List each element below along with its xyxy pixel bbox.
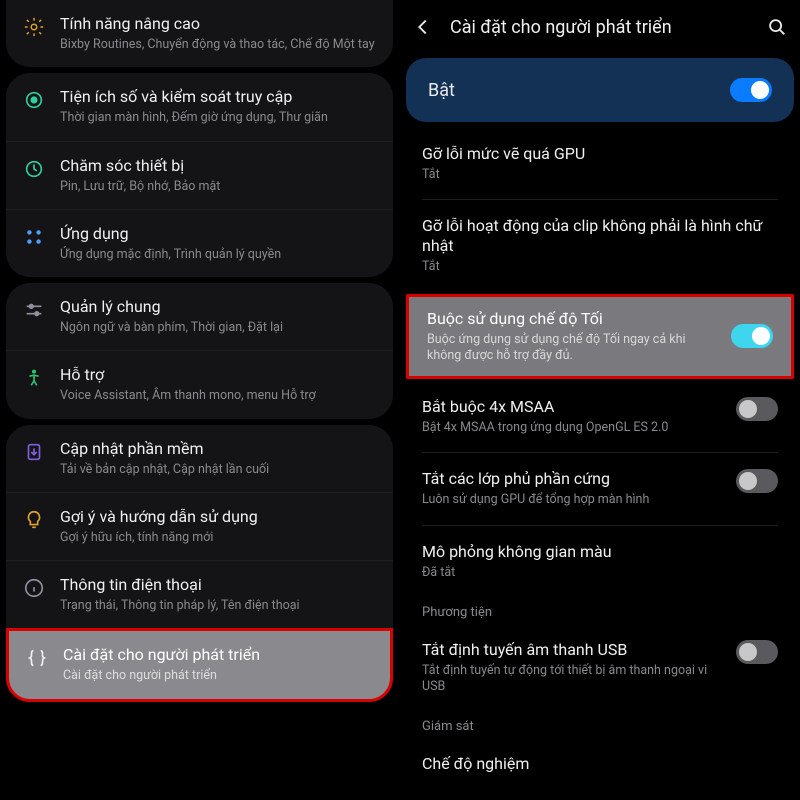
row-advanced-features[interactable]: Tính năng nâng cao Bixby Routines, Chuyể… <box>6 0 393 67</box>
divider <box>422 452 778 453</box>
row-title: Gỡ lỗi hoạt động của clip không phải là … <box>422 216 778 256</box>
force-dark-toggle[interactable] <box>731 324 773 348</box>
row-tips[interactable]: Gợi ý và hướng dẫn sử dụng Gợi ý hữu ích… <box>6 492 393 560</box>
grid-dots-icon <box>22 224 46 248</box>
row-usb-audio-routing[interactable]: Tắt định tuyến âm thanh USB Tắt định tuy… <box>400 626 800 710</box>
settings-group-4: Cập nhật phần mềm Tải về bản cập nhật, C… <box>6 425 393 629</box>
row-sub: Thời gian màn hình, Đếm giờ ứng dụng, Th… <box>60 110 377 126</box>
row-sub: Tải về bản cập nhật, Cập nhật lần cuối <box>60 462 377 478</box>
back-button[interactable] <box>412 16 434 38</box>
row-sub: Buộc ứng dụng sử dụng chế độ Tối ngay cả… <box>427 332 719 365</box>
row-title: Gợi ý và hướng dẫn sử dụng <box>60 507 377 527</box>
row-device-care[interactable]: Chăm sóc thiết bị Pin, Lưu trữ, Bộ nhớ, … <box>6 141 393 209</box>
row-title: Gỡ lỗi mức vẽ quá GPU <box>422 144 778 164</box>
settings-group-1: Tính năng nâng cao Bixby Routines, Chuyể… <box>6 0 393 67</box>
usb-audio-toggle[interactable] <box>736 640 778 664</box>
search-button[interactable] <box>766 16 788 38</box>
row-title: Cài đặt cho người phát triển <box>63 645 374 665</box>
target-icon <box>22 87 46 111</box>
row-sub: Luôn sử dụng GPU để tổng hợp màn hình <box>422 492 724 508</box>
row-sub: Bật 4x MSAA trong ứng dụng OpenGL ES 2.0 <box>422 420 724 436</box>
row-about-phone[interactable]: Thông tin điện thoại Trạng thái, Thông t… <box>6 560 393 628</box>
sliders-icon <box>22 297 46 321</box>
row-gpu-overdraw[interactable]: Gỡ lỗi mức vẽ quá GPU Tắt <box>400 130 800 197</box>
row-4x-msaa[interactable]: Bắt buộc 4x MSAA Bật 4x MSAA trong ứng d… <box>400 383 800 450</box>
section-monitoring: Giám sát <box>400 709 800 740</box>
row-sub: Pin, Lưu trữ, Bộ nhớ, Bảo mật <box>60 179 377 195</box>
download-icon <box>22 439 46 463</box>
row-title: Chăm sóc thiết bị <box>60 156 377 176</box>
row-title: Ứng dụng <box>60 224 377 244</box>
row-title: Hỗ trợ <box>60 365 377 385</box>
row-nonrect-clip[interactable]: Gỡ lỗi hoạt động của clip không phải là … <box>400 202 800 289</box>
row-sub: Cài đặt cho người phát triển <box>63 668 374 684</box>
row-general-management[interactable]: Quản lý chung Ngôn ngữ và bàn phím, Thời… <box>6 283 393 350</box>
row-sub: Gợi ý hữu ích, tính năng mới <box>60 530 377 546</box>
banner-label: Bật <box>428 80 455 101</box>
divider <box>422 199 778 200</box>
settings-main-pane: Tính năng nâng cao Bixby Routines, Chuyể… <box>0 0 400 800</box>
divider <box>422 525 778 526</box>
developer-options-pane: Cài đặt cho người phát triển Bật Gỡ lỗi … <box>400 0 800 800</box>
row-sub: Ứng dụng mặc định, Trình quản lý quyền <box>60 247 377 263</box>
lightbulb-icon <box>22 507 46 531</box>
row-title: Chế độ nghiệm <box>422 754 778 774</box>
row-title: Tắt định tuyến âm thanh USB <box>422 640 724 660</box>
gear-icon <box>22 14 46 38</box>
row-sub: Đã tắt <box>422 565 778 581</box>
msaa-toggle[interactable] <box>736 397 778 421</box>
row-sub: Tắt <box>422 259 778 275</box>
row-title: Bắt buộc 4x MSAA <box>422 397 724 417</box>
master-toggle-banner[interactable]: Bật <box>406 58 794 122</box>
row-accessibility[interactable]: Hỗ trợ Voice Assistant, Âm thanh mono, m… <box>6 350 393 418</box>
row-digital-wellbeing[interactable]: Tiện ích số và kiểm soát truy cập Thời g… <box>6 73 393 140</box>
settings-group-3: Quản lý chung Ngôn ngữ và bàn phím, Thời… <box>6 283 393 419</box>
row-title: Quản lý chung <box>60 297 377 317</box>
row-title: Tiện ích số và kiểm soát truy cập <box>60 87 377 107</box>
row-title: Tính năng nâng cao <box>60 14 377 34</box>
row-title: Mô phỏng không gian màu <box>422 542 778 562</box>
row-simulate-color-space[interactable]: Mô phỏng không gian màu Đã tắt <box>400 528 800 595</box>
row-sub: Ngôn ngữ và bàn phím, Thời gian, Đặt lại <box>60 320 377 336</box>
row-sub: Tắt <box>422 167 778 183</box>
braces-icon <box>25 645 49 684</box>
shield-ring-icon <box>22 156 46 180</box>
row-developer-options-highlighted[interactable]: Cài đặt cho người phát triển Cài đặt cho… <box>6 628 393 701</box>
hw-overlay-toggle[interactable] <box>736 469 778 493</box>
row-title: Thông tin điện thoại <box>60 575 377 595</box>
header: Cài đặt cho người phát triển <box>400 0 800 50</box>
row-force-dark-highlighted[interactable]: Buộc sử dụng chế độ Tối Buộc ứng dụng sử… <box>406 294 794 380</box>
row-software-update[interactable]: Cập nhật phần mềm Tải về bản cập nhật, C… <box>6 425 393 492</box>
row-strict-mode[interactable]: Chế độ nghiệm <box>400 740 800 781</box>
row-sub: Tắt định tuyến tự động tới thiết bị âm t… <box>422 663 724 696</box>
row-title: Buộc sử dụng chế độ Tối <box>427 309 719 329</box>
row-title: Cập nhật phần mềm <box>60 439 377 459</box>
header-title: Cài đặt cho người phát triển <box>450 17 750 38</box>
section-media: Phương tiện <box>400 595 800 626</box>
row-sub: Bixby Routines, Chuyển động và thao tác,… <box>60 37 377 53</box>
accessibility-icon <box>22 365 46 389</box>
info-icon <box>22 575 46 599</box>
row-title: Tắt các lớp phủ phần cứng <box>422 469 724 489</box>
settings-group-2: Tiện ích số và kiểm soát truy cập Thời g… <box>6 73 393 277</box>
row-disable-hw-overlays[interactable]: Tắt các lớp phủ phần cứng Luôn sử dụng G… <box>400 455 800 522</box>
row-apps[interactable]: Ứng dụng Ứng dụng mặc định, Trình quản l… <box>6 209 393 277</box>
master-toggle[interactable] <box>730 78 772 102</box>
row-sub: Voice Assistant, Âm thanh mono, menu Hỗ … <box>60 388 377 404</box>
row-sub: Trạng thái, Thông tin pháp lý, Tên điện … <box>60 598 377 614</box>
